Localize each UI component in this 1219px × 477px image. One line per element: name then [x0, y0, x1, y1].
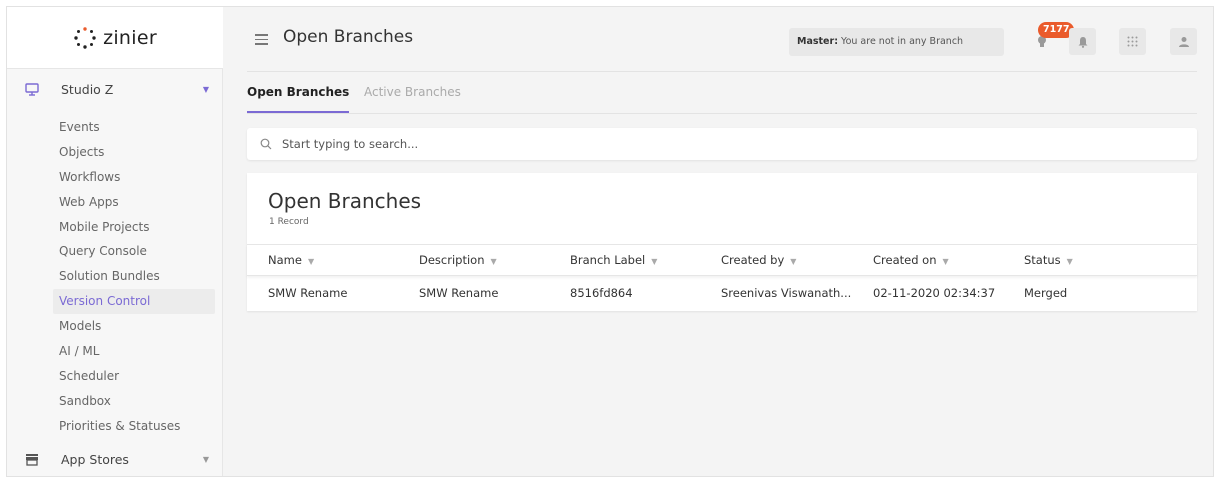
sidebar-item-version-control[interactable]: Version Control: [53, 289, 215, 315]
sort-caret-icon: ▼: [942, 257, 949, 266]
sidebar-item-solution-bundles[interactable]: Solution Bundles: [53, 264, 215, 289]
apps-button[interactable]: [1119, 28, 1146, 55]
sort-caret-icon: ▼: [490, 257, 497, 266]
cell-name: SMW Rename: [268, 286, 348, 300]
tab-bar: Open Branches Active Branches: [247, 77, 1197, 114]
sidebar-item-workflows[interactable]: Workflows: [53, 165, 215, 190]
sidebar-item-web-apps[interactable]: Web Apps: [53, 190, 215, 215]
store-icon: [25, 453, 43, 466]
sidebar-nav: Events Objects Workflows Web Apps Mobile…: [53, 115, 215, 439]
sidebar-item-scheduler[interactable]: Scheduler: [53, 364, 215, 389]
sidebar-item-mobile-projects[interactable]: Mobile Projects: [53, 215, 215, 240]
sort-caret-icon: ▼: [307, 257, 315, 266]
sidebar: zinier Studio Z ▼ Events Objects Workflo…: [7, 7, 223, 476]
branches-card: Open Branches 1 Record Name ▼ Description…: [247, 173, 1197, 311]
page-title: Open Branches: [283, 27, 414, 47]
branch-status[interactable]: Master: You are not in any Branch: [789, 28, 1004, 56]
sidebar-section-label: App Stores: [61, 451, 129, 467]
sidebar-item-sandbox[interactable]: Sandbox: [53, 389, 215, 414]
sidebar-section-studio-z[interactable]: Studio Z ▼: [7, 74, 223, 104]
column-header-description[interactable]: Description ▼: [419, 253, 497, 267]
hamburger-icon[interactable]: [255, 34, 268, 48]
caret-down-icon: ▼: [202, 454, 209, 464]
tab-open-branches[interactable]: Open Branches: [247, 85, 350, 113]
sidebar-item-events[interactable]: Events: [53, 115, 215, 140]
cell-created-by: Sreenivas Viswanath...: [721, 286, 852, 300]
column-header-name[interactable]: Name ▼: [268, 253, 314, 267]
user-button[interactable]: [1170, 28, 1197, 55]
card-title: Open Branches: [268, 189, 422, 213]
sidebar-section-app-stores[interactable]: App Stores ▼: [7, 444, 223, 474]
caret-down-icon: ▼: [202, 84, 209, 94]
grid-icon: [1127, 36, 1138, 47]
record-count: 1 Record: [269, 217, 309, 227]
cell-created-on: 02-11-2020 02:34:37: [873, 286, 996, 300]
sidebar-section-label: Studio Z: [61, 81, 114, 97]
zinier-logo-icon: [74, 26, 96, 49]
sidebar-item-objects[interactable]: Objects: [53, 140, 215, 165]
cell-branch-label: 8516fd864: [570, 286, 633, 300]
master-label: Master:: [797, 36, 838, 47]
bell-icon: [1078, 36, 1087, 48]
sidebar-item-query-console[interactable]: Query Console: [53, 239, 215, 264]
sidebar-item-priorities-statuses[interactable]: Priorities & Statuses: [53, 414, 215, 439]
search-icon: [260, 138, 272, 150]
brand-name: zinier: [103, 26, 157, 49]
sidebar-item-models[interactable]: Models: [53, 314, 215, 339]
column-header-created-on[interactable]: Created on ▼: [873, 253, 949, 267]
search-input[interactable]: [282, 137, 1132, 151]
sort-caret-icon: ▼: [651, 257, 658, 266]
cell-description: SMW Rename: [419, 286, 499, 300]
monitor-icon: [25, 82, 43, 96]
sort-caret-icon: ▼: [1066, 257, 1073, 266]
bell-button[interactable]: [1069, 28, 1096, 55]
column-header-status[interactable]: Status ▼: [1024, 253, 1073, 267]
search-bar: [247, 128, 1197, 160]
column-header-created-by[interactable]: Created by ▼: [721, 253, 796, 267]
sort-caret-icon: ▼: [790, 257, 797, 266]
logo[interactable]: zinier: [7, 7, 223, 69]
master-text: You are not in any Branch: [841, 36, 964, 47]
tab-active-branches[interactable]: Active Branches: [364, 85, 461, 113]
table-header: Name ▼ Description ▼ Branch Label ▼ Created…: [247, 244, 1197, 276]
main-content: Open Branches Master: You are not in any…: [223, 7, 1213, 476]
sidebar-item-ai-ml[interactable]: AI / ML: [53, 339, 215, 364]
header: Open Branches Master: You are not in any…: [247, 7, 1197, 72]
app-window: zinier Studio Z ▼ Events Objects Workflo…: [6, 6, 1214, 477]
table-row[interactable]: SMW Rename SMW Rename 8516fd864 Sreeniva…: [247, 277, 1197, 309]
column-header-branch-label[interactable]: Branch Label ▼: [570, 253, 657, 267]
cell-status: Merged: [1024, 286, 1068, 300]
user-icon: [1178, 36, 1189, 47]
